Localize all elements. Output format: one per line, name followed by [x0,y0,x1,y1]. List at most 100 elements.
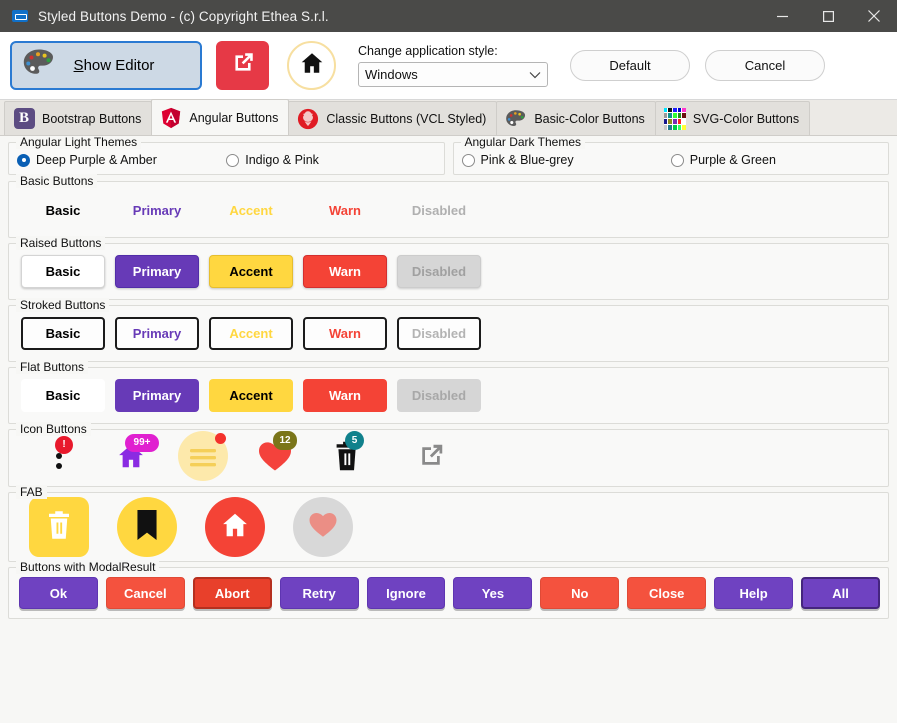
angular-dark-themes-group: Angular Dark Themes Pink & Blue-grey Pur… [452,136,889,175]
icon-button-trash[interactable]: 5 [319,430,375,486]
application-style-label: Change application style: [358,44,498,58]
radio-label: Deep Purple & Amber [36,153,157,167]
radio-label: Indigo & Pink [245,153,319,167]
group-title: FAB [16,485,47,499]
theme-groups-row: Angular Light Themes Deep Purple & Amber… [8,136,889,181]
raised-button-warn[interactable]: Warn [303,255,387,288]
close-button[interactable] [851,0,897,32]
bootstrap-icon: B [13,108,35,130]
radio-deep-purple-amber[interactable]: Deep Purple & Amber [17,153,226,167]
show-editor-button[interactable]: Show Editor [10,41,202,90]
raised-button-disabled: Disabled [397,255,481,288]
modal-button-ok[interactable]: Ok [19,577,98,609]
modal-button-no[interactable]: No [540,577,620,609]
group-title: Buttons with ModalResult [16,560,160,574]
stroked-button-primary[interactable]: Primary [115,317,199,350]
group-title: Flat Buttons [16,360,89,374]
raised-button-basic[interactable]: Basic [21,255,105,288]
home-icon [299,50,325,81]
tab-bar: B Bootstrap Buttons Angular Buttons Clas… [0,99,897,136]
modal-button-abort[interactable]: Abort [192,577,272,609]
flat-button-accent[interactable]: Accent [209,379,293,412]
tab-label: Basic-Color Buttons [534,111,645,126]
icon-button-external-link[interactable] [403,430,459,486]
tab-bootstrap-buttons[interactable]: B Bootstrap Buttons [4,101,153,135]
badge-count: 12 [273,431,297,450]
modal-button-cancel[interactable]: Cancel [105,577,185,609]
external-link-icon [230,50,256,81]
basic-button-primary[interactable]: Primary [115,194,199,227]
show-editor-rest: how Editor [83,57,155,74]
raised-button-primary[interactable]: Primary [115,255,199,288]
basic-button-warn[interactable]: Warn [303,194,387,227]
stroked-button-accent[interactable]: Accent [209,317,293,350]
badge-count: 5 [345,431,364,450]
modal-button-yes[interactable]: Yes [453,577,533,609]
external-link-icon [416,441,446,476]
application-window: Styled Buttons Demo - (c) Copyright Ethe… [0,0,897,723]
modal-button-ignore[interactable]: Ignore [366,577,446,609]
radio-indicator [670,153,684,167]
icon-button-home[interactable]: 99+ [103,430,159,486]
flat-button-primary[interactable]: Primary [115,379,199,412]
basic-buttons-group: Basic Buttons Basic Primary Accent Warn … [8,174,889,238]
window-title: Styled Buttons Demo - (c) Copyright Ethe… [38,8,329,24]
application-style-group: Change application style: Windows [358,44,548,87]
delphi-icon [297,108,319,130]
stroked-buttons-group: Stroked Buttons Basic Primary Accent War… [8,298,889,362]
basic-button-basic[interactable]: Basic [21,194,105,227]
radio-indicator [17,153,30,167]
modal-button-retry[interactable]: Retry [279,577,359,609]
tab-basic-color-buttons[interactable]: Basic-Color Buttons [496,101,656,135]
heart-icon [308,511,338,543]
tab-content-angular-buttons: Angular Light Themes Deep Purple & Amber… [0,136,897,723]
tab-angular-buttons[interactable]: Angular Buttons [151,99,290,135]
tab-classic-buttons-vcl-styled[interactable]: Classic Buttons (VCL Styled) [288,101,498,135]
open-external-button[interactable] [216,41,269,90]
radio-purple-green[interactable]: Purple & Green [670,153,880,167]
fab-bookmark-button[interactable] [117,497,177,557]
modal-button-all[interactable]: All [801,577,880,609]
tab-label: Bootstrap Buttons [42,111,142,126]
tab-label: Classic Buttons (VCL Styled) [326,111,487,126]
home-button[interactable] [287,41,336,90]
fab-home-button[interactable] [205,497,265,557]
bookmark-icon [136,509,158,545]
radio-indicator [461,153,475,167]
palette-icon [22,48,56,83]
cancel-button[interactable]: Cancel [705,50,825,81]
default-button[interactable]: Default [570,50,690,81]
badge-alert: ! [55,436,73,454]
badge-count: 99+ [125,434,159,452]
group-title: Angular Dark Themes [460,136,585,149]
raised-button-accent[interactable]: Accent [209,255,293,288]
flat-button-warn[interactable]: Warn [303,379,387,412]
icon-button-menu[interactable] [175,430,231,486]
flat-button-disabled: Disabled [397,379,481,412]
stroked-button-basic[interactable]: Basic [21,317,105,350]
icon-button-heart[interactable]: 12 [247,430,303,486]
stroked-button-warn[interactable]: Warn [303,317,387,350]
modalresult-buttons-group: Buttons with ModalResult Ok Cancel Abort… [8,560,889,619]
group-title: Basic Buttons [16,174,98,188]
tab-svg-color-buttons[interactable]: SVG-Color Buttons [654,101,811,135]
fab-trash-button[interactable] [29,497,89,557]
title-bar: Styled Buttons Demo - (c) Copyright Ethe… [0,0,897,32]
palette-icon [505,108,527,130]
application-style-select[interactable]: Windows [358,62,548,87]
flat-button-basic[interactable]: Basic [21,379,105,412]
maximize-button[interactable] [805,0,851,32]
application-style-value: Windows [365,67,418,82]
radio-indigo-pink[interactable]: Indigo & Pink [226,153,435,167]
tab-label: Angular Buttons [189,110,279,125]
radio-pink-blue-grey[interactable]: Pink & Blue-grey [461,153,671,167]
icon-button-more-vert[interactable]: ! [31,430,87,486]
modal-button-help[interactable]: Help [714,577,794,609]
angular-icon [160,107,182,129]
icon-buttons-group: Icon Buttons ! 99+ 12 5 [8,422,889,487]
modal-button-close[interactable]: Close [627,577,707,609]
radio-label: Pink & Blue-grey [480,153,574,167]
group-title: Stroked Buttons [16,298,110,312]
minimize-button[interactable] [759,0,805,32]
basic-button-accent[interactable]: Accent [209,194,293,227]
